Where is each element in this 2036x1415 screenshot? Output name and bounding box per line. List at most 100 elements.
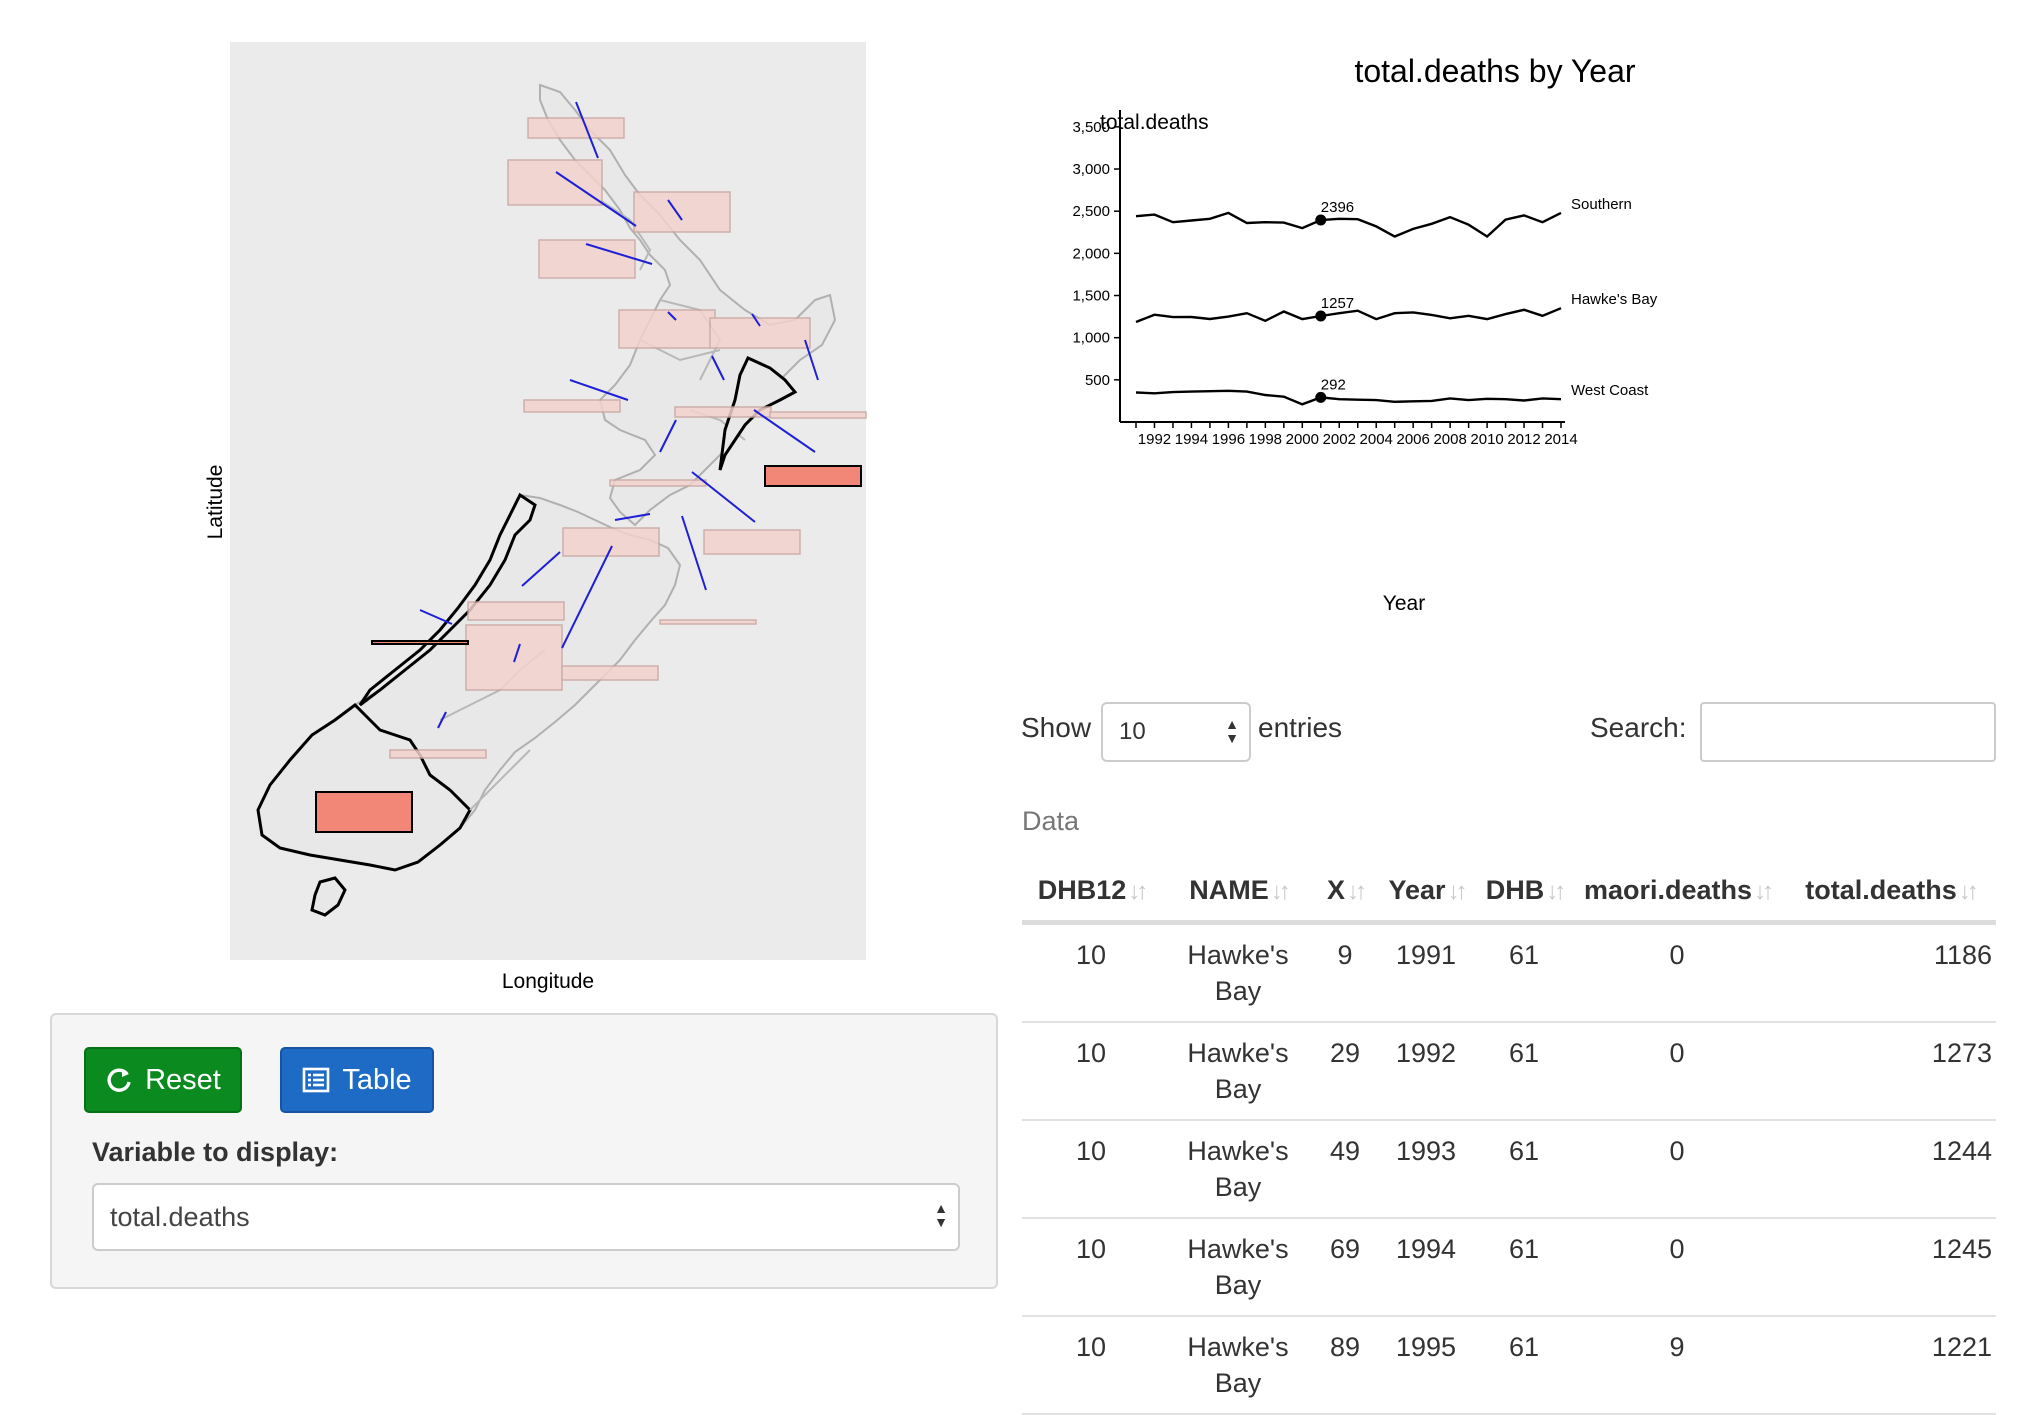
control-panel: Reset Table Variable to display: total.d… (50, 1013, 998, 1289)
variable-value: total.deaths (110, 1201, 250, 1232)
table-cell-x: 69 (1316, 1218, 1374, 1317)
variable-label: Variable to display: (92, 1137, 339, 1167)
sort-icon: ↓↑ (1958, 877, 1979, 905)
y-tick-label: 3,500 (1072, 119, 1110, 136)
table-cell-total-deaths: 1186 (1784, 922, 1996, 1023)
column-header-name[interactable]: NAME↓↑ (1160, 860, 1316, 925)
table-caption: Data (1022, 806, 1080, 836)
x-tick-label: 2008 (1433, 431, 1466, 448)
chart-xlabel: Year (1383, 592, 1425, 615)
table-button[interactable]: Table (280, 1047, 434, 1113)
chart-ylabel: total.deaths (1100, 111, 1209, 134)
x-tick-label: 2002 (1323, 431, 1356, 448)
x-tick-label: 2012 (1507, 431, 1540, 448)
column-header-dhb[interactable]: DHB↓↑ (1478, 860, 1570, 925)
table-cell-x: 49 (1316, 1120, 1374, 1219)
table-cell-name: Hawke's Bay (1160, 1120, 1316, 1219)
x-tick-label: 1994 (1175, 431, 1208, 448)
x-tick-label: 1998 (1249, 431, 1282, 448)
line-chart: total.deaths by Year total.deaths Year 5… (1010, 20, 2036, 640)
column-header-label: X (1326, 874, 1345, 905)
chart-series: 2396 Southern 1257 Hawke's Bay 292 West Coast (1135, 196, 1658, 406)
table-cell-dhb12: 10 (1022, 1120, 1160, 1219)
sort-icon: ↓↑ (1270, 877, 1291, 905)
reset-button[interactable]: Reset (84, 1047, 242, 1113)
show-label: Show (1021, 712, 1092, 743)
x-tick-label: 2006 (1396, 431, 1429, 448)
table-cell-x: 89 (1316, 1316, 1374, 1415)
table-cell-name: Hawke's Bay (1160, 1218, 1316, 1317)
y-tick-label: 1,000 (1072, 330, 1110, 347)
highlight-point (1315, 310, 1327, 322)
table-cell-maori-deaths: 0 (1570, 1022, 1784, 1121)
column-header-label: DHB12 (1037, 874, 1127, 905)
chart-title: total.deaths by Year (1354, 53, 1635, 89)
series-name-label: Hawke's Bay (1571, 291, 1658, 308)
column-header-label: NAME (1189, 874, 1269, 905)
sort-icon: ↓↑ (1347, 877, 1367, 905)
table-cell-x: 9 (1316, 922, 1374, 1023)
search-label: Search: (1590, 712, 1687, 743)
y-tick-label: 1,500 (1072, 288, 1110, 305)
table-cell-dhb: 61 (1478, 1316, 1570, 1415)
table-cell-dhb: 61 (1478, 922, 1570, 1023)
column-header-x[interactable]: X↓↑ (1316, 860, 1374, 925)
chart-svg: total.deaths by Year total.deaths Year 5… (1072, 53, 1658, 615)
map-ylabel: Latitude (204, 465, 227, 540)
table-cell-maori-deaths: 0 (1570, 1218, 1784, 1317)
highlight-point (1315, 391, 1327, 403)
table-cell-total-deaths: 1245 (1784, 1218, 1996, 1317)
map-panel[interactable]: Longitude Latitude (0, 0, 1000, 1010)
table-cell-name: Hawke's Bay (1160, 1022, 1316, 1121)
column-header-label: total.deaths (1805, 874, 1957, 905)
series-line-west-coast (1135, 389, 1562, 406)
page-length-select[interactable]: 10 ▲ ▼ (1101, 702, 1251, 762)
table-cell-dhb12: 10 (1022, 1022, 1160, 1121)
x-tick-label: 2014 (1544, 431, 1577, 448)
y-tick-label: 2,000 (1072, 245, 1110, 262)
x-tick-label: 1996 (1212, 431, 1245, 448)
table-row[interactable]: 10 Hawke's Bay 29 1992 61 0 1273 (1022, 1022, 1996, 1121)
map-xlabel: Longitude (502, 970, 594, 993)
table-cell-dhb12: 10 (1022, 1218, 1160, 1317)
highlight-value-label: 1257 (1321, 295, 1354, 312)
table-cell-dhb: 61 (1478, 1022, 1570, 1121)
column-header-total-deaths[interactable]: total.deaths↓↑ (1784, 860, 1996, 925)
refresh-icon (107, 1068, 131, 1092)
table-cell-year: 1993 (1374, 1120, 1478, 1219)
sort-icon: ↓↑ (1546, 877, 1566, 905)
table-cell-dhb: 61 (1478, 1218, 1570, 1317)
highlight-value-label: 292 (1321, 376, 1346, 393)
variable-select[interactable]: total.deaths ▲ ▼ (92, 1183, 960, 1251)
column-header-dhb12[interactable]: DHB12↓↑ (1022, 860, 1160, 925)
series-name-label: Southern (1571, 196, 1632, 213)
highlight-point (1315, 214, 1327, 226)
select-arrows-icon: ▲ ▼ (1225, 716, 1239, 746)
table-row[interactable]: 10 Hawke's Bay 89 1995 61 9 1221 (1022, 1316, 1996, 1415)
x-tick-label: 2000 (1286, 431, 1319, 448)
table-cell-name: Hawke's Bay (1160, 922, 1316, 1023)
search-input[interactable] (1700, 702, 1996, 762)
x-tick-label: 2004 (1360, 431, 1393, 448)
column-header-maori-deaths[interactable]: maori.deaths↓↑ (1570, 860, 1784, 925)
table-header-row: DHB12↓↑ NAME↓↑ X↓↑ Year↓↑ DHB↓↑ maori.deaths↓… (1022, 860, 1996, 925)
table-cell-year: 1995 (1374, 1316, 1478, 1415)
nz-map[interactable]: Longitude Latitude (0, 0, 1000, 1010)
table-cell-dhb12: 10 (1022, 1316, 1160, 1415)
table-row[interactable]: 10 Hawke's Bay 49 1993 61 0 1244 (1022, 1120, 1996, 1219)
table-label: Table (342, 1063, 412, 1096)
table-cell-year: 1992 (1374, 1022, 1478, 1121)
series-name-label: West Coast (1571, 382, 1649, 399)
sort-icon: ↓↑ (1447, 877, 1468, 905)
table-cell-dhb12: 10 (1022, 922, 1160, 1023)
x-tick-label: 2010 (1470, 431, 1503, 448)
y-tick-label: 500 (1085, 372, 1110, 389)
table-cell-name: Hawke's Bay (1160, 1316, 1316, 1415)
y-tick-label: 2,500 (1072, 203, 1110, 220)
column-header-year[interactable]: Year↓↑ (1374, 860, 1478, 925)
table-row[interactable]: 10 Hawke's Bay 69 1994 61 0 1245 (1022, 1218, 1996, 1317)
table-cell-dhb: 61 (1478, 1120, 1570, 1219)
table-row[interactable]: 10 Hawke's Bay 9 1991 61 0 1186 (1022, 922, 1996, 1023)
table-cell-total-deaths: 1221 (1784, 1316, 1996, 1415)
table-cell-maori-deaths: 9 (1570, 1316, 1784, 1415)
